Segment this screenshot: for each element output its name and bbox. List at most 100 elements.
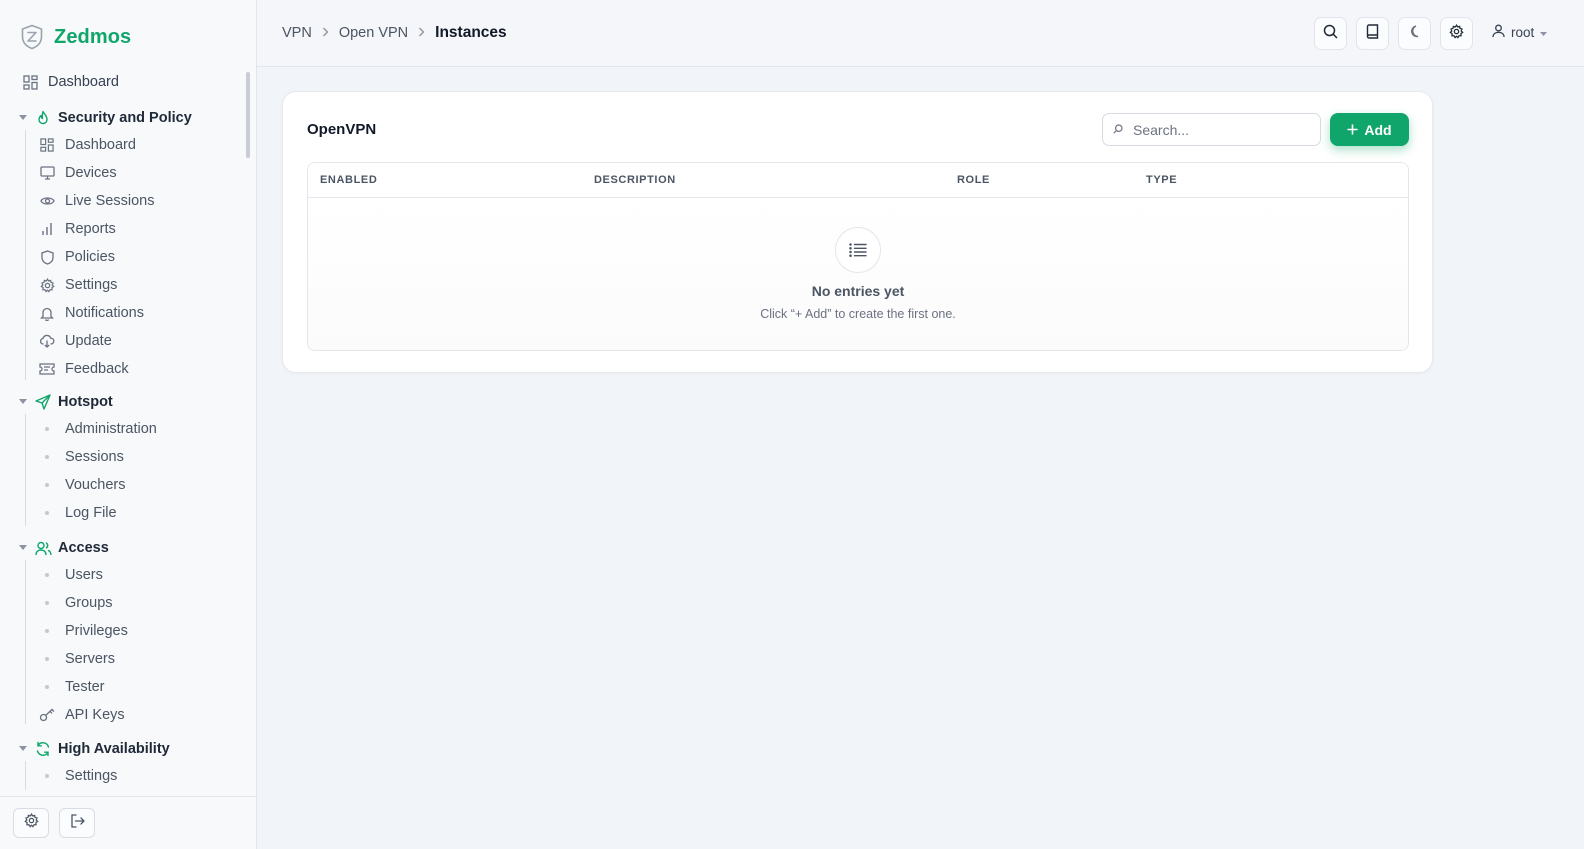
user-icon	[1492, 24, 1505, 41]
sidebar-item-sp-dashboard[interactable]: Dashboard	[39, 137, 136, 153]
sidebar-item-label: Log File	[65, 505, 117, 521]
gear-icon	[1449, 23, 1464, 44]
gear-icon	[23, 812, 39, 833]
sidebar-item-update[interactable]: Update	[39, 333, 112, 349]
eye-icon	[39, 193, 55, 209]
logout-button[interactable]	[59, 808, 95, 838]
sidebar-item-vouchers[interactable]: Vouchers	[39, 477, 125, 493]
column-header-enabled[interactable]: ENABLED	[320, 174, 377, 186]
empty-state: No entries yet Click “+ Add” to create t…	[308, 198, 1408, 350]
user-menu[interactable]: root	[1492, 24, 1548, 41]
sidebar-item-log-file[interactable]: Log File	[39, 505, 117, 521]
group-high-availability[interactable]: High Availability	[18, 740, 170, 758]
bullet-dot	[39, 685, 55, 689]
bullet-dot	[39, 601, 55, 605]
group-guide-line	[25, 560, 26, 724]
docs-button[interactable]	[1356, 17, 1389, 50]
theme-toggle-button[interactable]	[1398, 17, 1431, 50]
sidebar-item-tester[interactable]: Tester	[39, 679, 105, 695]
list-icon	[835, 227, 881, 273]
settings-button[interactable]	[1440, 17, 1473, 50]
send-icon	[34, 393, 52, 411]
bullet-dot	[39, 657, 55, 661]
search-input[interactable]	[1133, 121, 1303, 138]
sidebar-item-devices[interactable]: Devices	[39, 165, 117, 181]
group-label: Access	[58, 540, 109, 556]
footer-settings-button[interactable]	[13, 808, 49, 838]
caret-down-icon	[18, 545, 28, 551]
group-label: Security and Policy	[58, 110, 192, 126]
empty-state-title: No entries yet	[811, 283, 905, 299]
breadcrumb-item-open-vpn[interactable]: Open VPN	[339, 25, 408, 41]
sidebar-scrollbar[interactable]	[246, 72, 250, 158]
group-guide-line	[25, 130, 26, 380]
sidebar-item-label: Tester	[65, 679, 105, 695]
sidebar-item-label: Dashboard	[65, 137, 136, 153]
sidebar-item-label: Administration	[65, 421, 157, 437]
sidebar-item-label: Vouchers	[65, 477, 126, 493]
column-header-type[interactable]: TYPE	[1146, 174, 1177, 186]
group-security-and-policy[interactable]: Security and Policy	[18, 109, 192, 127]
sidebar-item-feedback[interactable]: Feedback	[39, 361, 129, 377]
sidebar-item-dashboard[interactable]: Dashboard	[22, 74, 119, 90]
sidebar: Zedmos Dashboard Security and Policy Das…	[0, 0, 257, 849]
brand[interactable]: Zedmos	[20, 22, 131, 52]
sidebar-item-api-keys[interactable]: API Keys	[39, 707, 125, 723]
sidebar-item-label: Groups	[65, 595, 113, 611]
key-icon	[39, 707, 55, 723]
caret-down-icon	[18, 746, 28, 752]
sidebar-nav[interactable]: Dashboard Security and Policy Dashboard …	[0, 68, 256, 790]
sidebar-item-label: Settings	[65, 768, 118, 784]
sidebar-item-administration[interactable]: Administration	[39, 421, 157, 437]
search-icon	[1113, 121, 1123, 139]
flame-icon	[34, 109, 52, 127]
sidebar-item-live-sessions[interactable]: Live Sessions	[39, 193, 154, 209]
card-title: OpenVPN	[307, 121, 377, 138]
logout-icon	[70, 813, 85, 833]
brand-name: Zedmos	[54, 25, 132, 48]
sidebar-item-label: Privileges	[65, 623, 128, 639]
sidebar-item-policies[interactable]: Policies	[39, 249, 115, 265]
search-button[interactable]	[1314, 17, 1347, 50]
user-name: root	[1511, 25, 1535, 40]
breadcrumb-item-vpn[interactable]: VPN	[282, 25, 312, 41]
grid-icon	[39, 137, 55, 153]
shield-logo-icon	[20, 24, 44, 50]
search-box[interactable]	[1102, 113, 1321, 146]
sidebar-item-settings[interactable]: Settings	[39, 277, 117, 293]
group-guide-line	[25, 414, 26, 526]
sidebar-item-label: Feedback	[65, 361, 129, 377]
caret-down-icon	[18, 399, 28, 405]
sidebar-item-users[interactable]: Users	[39, 567, 103, 583]
sidebar-item-label: Devices	[65, 165, 117, 181]
sidebar-item-label: Dashboard	[48, 74, 119, 90]
column-header-role[interactable]: ROLE	[957, 174, 990, 186]
shield-icon	[39, 249, 55, 265]
users-icon	[34, 539, 52, 557]
sidebar-item-label: Servers	[65, 651, 115, 667]
group-access[interactable]: Access	[18, 539, 109, 557]
add-button-label: Add	[1364, 121, 1392, 138]
sidebar-item-reports[interactable]: Reports	[39, 221, 116, 237]
breadcrumb-current: Instances	[435, 24, 507, 41]
instances-table: ENABLED DESCRIPTION ROLE TYPE No entries…	[307, 162, 1409, 351]
group-label: Hotspot	[58, 394, 113, 410]
sidebar-item-label: API Keys	[65, 707, 125, 723]
sidebar-item-label: Live Sessions	[65, 193, 155, 209]
group-hotspot[interactable]: Hotspot	[18, 393, 113, 411]
empty-state-subtitle: Click “+ Add” to create the first one.	[760, 307, 956, 321]
sidebar-item-notifications[interactable]: Notifications	[39, 305, 144, 321]
sidebar-item-privileges[interactable]: Privileges	[39, 623, 128, 639]
bullet-dot	[39, 427, 55, 431]
search-icon	[1323, 24, 1338, 44]
sidebar-item-groups[interactable]: Groups	[39, 595, 113, 611]
sidebar-item-ha-settings[interactable]: Settings	[39, 768, 117, 784]
group-guide-line	[25, 761, 26, 790]
monitor-icon	[39, 165, 55, 181]
cloud-download-icon	[39, 333, 55, 349]
column-header-description[interactable]: DESCRIPTION	[594, 174, 676, 186]
sidebar-item-sessions[interactable]: Sessions	[39, 449, 124, 465]
add-button[interactable]: Add	[1330, 113, 1409, 146]
book-icon	[1366, 23, 1379, 44]
sidebar-item-servers[interactable]: Servers	[39, 651, 115, 667]
